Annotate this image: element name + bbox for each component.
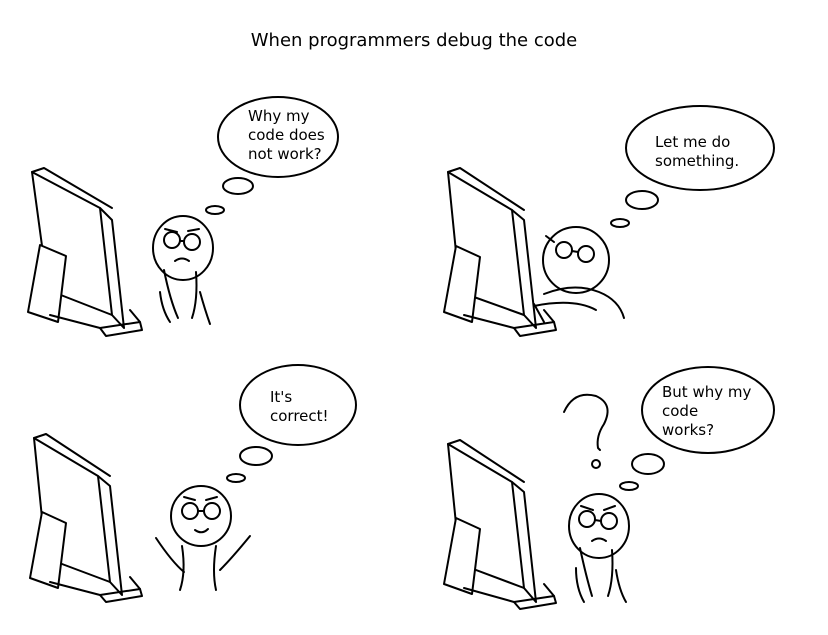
bubble-line: But why my — [662, 383, 752, 401]
panel-3-drawing — [29, 364, 357, 603]
bubble-line: works? — [662, 421, 715, 439]
computer-monitor — [443, 439, 557, 610]
panel-2-drawing — [443, 105, 775, 337]
bubble-line: code does — [248, 126, 325, 144]
panel-4-drawing — [443, 366, 775, 610]
bubble-line: Why my — [248, 107, 310, 125]
question-mark-icon — [563, 393, 609, 469]
bubble-line: code — [662, 402, 699, 420]
programmer-happy — [155, 485, 251, 591]
programmer-confused — [568, 493, 630, 603]
computer-monitor — [443, 167, 557, 337]
thought-bubble-text: But why my code works? — [662, 383, 751, 440]
panel-4: But why my code works? — [414, 340, 828, 635]
comic-title: When programmers debug the code — [250, 30, 578, 51]
thought-bubble-text: Let me do something. — [655, 133, 739, 171]
panel-3: It's correct! — [0, 340, 414, 635]
programmer-worried — [152, 215, 214, 325]
programmer-typing — [533, 226, 625, 323]
bubble-line: Let me do — [655, 133, 731, 151]
thought-bubble-text: Why my code does not work? — [248, 107, 325, 164]
thought-bubble-text: It's correct! — [270, 388, 329, 426]
computer-monitor — [27, 167, 143, 337]
panel-1-drawing — [27, 96, 339, 337]
bubble-line: correct! — [270, 407, 329, 425]
computer-monitor — [29, 433, 143, 603]
panel-2: Let me do something. — [414, 60, 828, 355]
bubble-line: something. — [655, 152, 740, 170]
bubble-line: not work? — [248, 145, 322, 163]
bubble-line: It's — [270, 388, 293, 406]
panel-1: Why my code does not work? — [0, 60, 414, 355]
